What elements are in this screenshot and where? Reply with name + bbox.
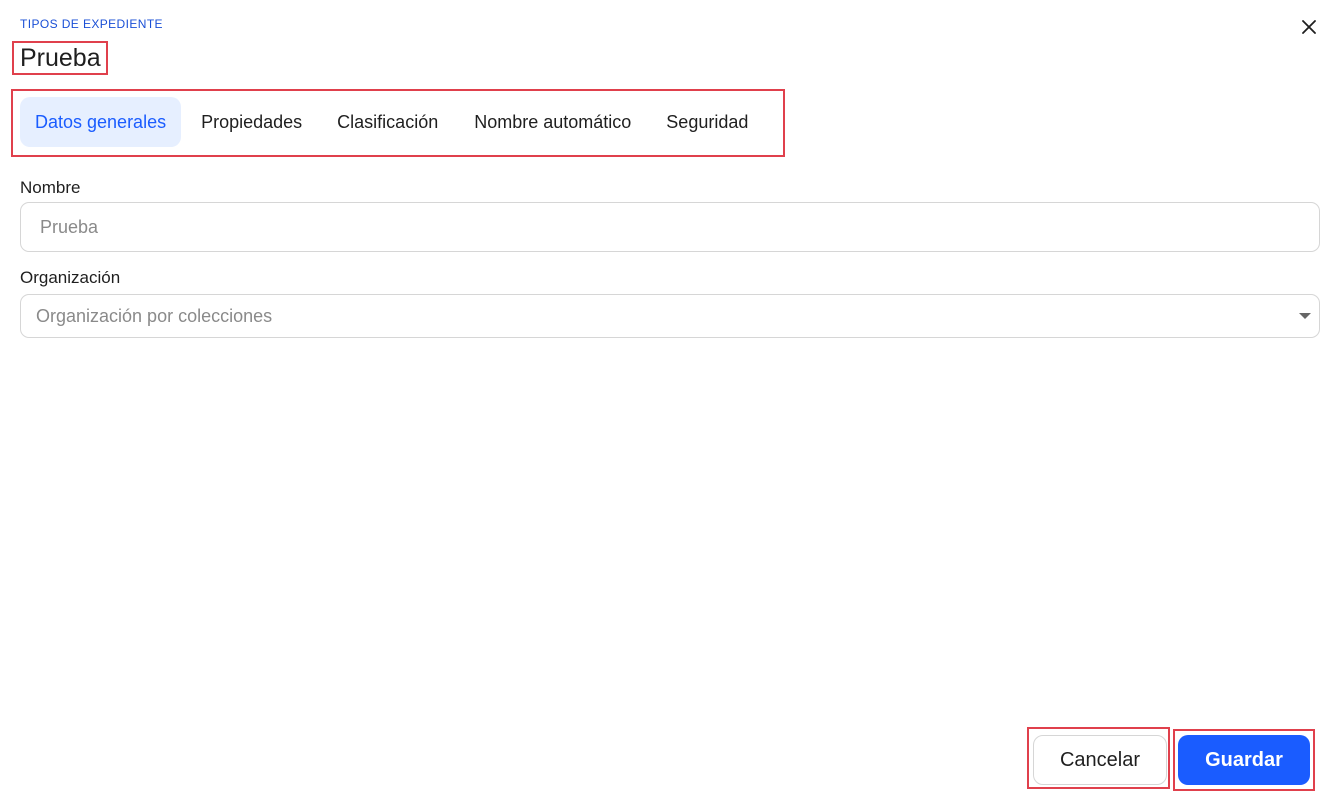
cancel-button[interactable]: Cancelar xyxy=(1033,735,1167,785)
save-button[interactable]: Guardar xyxy=(1178,735,1310,785)
organizacion-value: Organización por colecciones xyxy=(36,305,273,326)
dialog: TIPOS DE EXPEDIENTE Prueba Datos general… xyxy=(0,0,1342,802)
tab-nombre-automatico[interactable]: Nombre automático xyxy=(459,97,646,147)
organizacion-select[interactable]: Organización por colecciones xyxy=(20,294,1320,338)
page-title: Prueba xyxy=(20,44,101,72)
nombre-input[interactable]: Prueba xyxy=(20,202,1320,252)
organizacion-label: Organización xyxy=(20,268,121,287)
tab-datos-generales[interactable]: Datos generales xyxy=(20,97,182,147)
tab-clasificacion[interactable]: Clasificación xyxy=(322,97,453,147)
close-button[interactable] xyxy=(1298,16,1320,38)
dialog-eyebrow: TIPOS DE EXPEDIENTE xyxy=(20,17,163,31)
close-icon xyxy=(1302,20,1316,34)
nombre-label: Nombre xyxy=(20,178,81,197)
tab-propiedades[interactable]: Propiedades xyxy=(186,97,317,147)
chevron-down-icon xyxy=(1299,313,1311,319)
nombre-placeholder: Prueba xyxy=(40,216,99,237)
tab-bar: Datos generales Propiedades Clasificació… xyxy=(20,97,763,147)
tab-seguridad[interactable]: Seguridad xyxy=(651,97,763,147)
